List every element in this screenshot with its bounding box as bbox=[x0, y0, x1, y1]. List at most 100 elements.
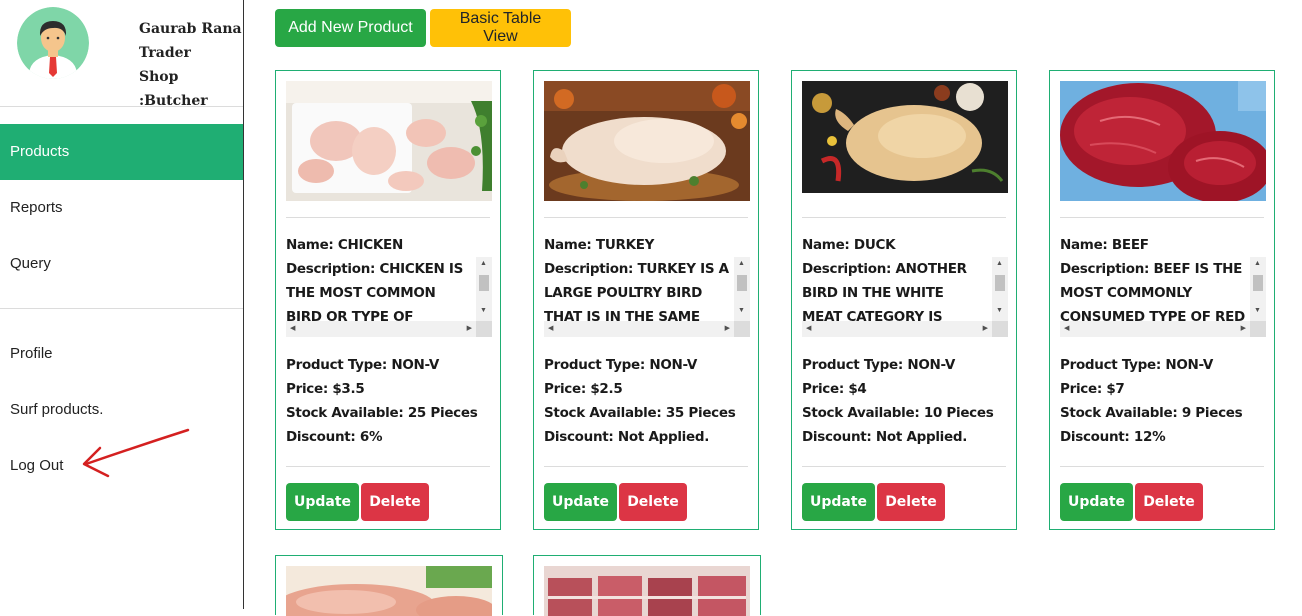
nav-profile[interactable]: Profile bbox=[0, 326, 243, 382]
product-price: Price: $2.5 bbox=[544, 381, 623, 397]
update-button[interactable]: Update bbox=[286, 483, 359, 521]
user-name: Gaurab Rana bbox=[139, 21, 242, 37]
vertical-scrollbar[interactable]: ▲ ▼ bbox=[476, 257, 492, 321]
vertical-scrollbar[interactable]: ▲ ▼ bbox=[992, 257, 1008, 321]
product-price: Price: $3.5 bbox=[286, 381, 365, 397]
scroll-corner bbox=[992, 321, 1008, 337]
product-stock: Stock Available: 35 Pieces bbox=[544, 405, 736, 421]
description-scroll-box[interactable]: Description: CHICKEN IS THE MOST COMMON … bbox=[286, 257, 492, 337]
card-divider bbox=[286, 217, 490, 218]
horizontal-scrollbar[interactable]: ◀ ▶ bbox=[1060, 321, 1250, 337]
product-card-partial bbox=[533, 555, 761, 616]
annotation-arrow-icon bbox=[82, 428, 190, 478]
scroll-down-icon[interactable]: ▼ bbox=[996, 307, 1003, 314]
update-button[interactable]: Update bbox=[544, 483, 617, 521]
vertical-scrollbar[interactable]: ▲ ▼ bbox=[734, 257, 750, 321]
product-description: Description: BEEF IS THE MOST COMMONLY C… bbox=[1060, 261, 1245, 325]
update-button[interactable]: Update bbox=[1060, 483, 1133, 521]
delete-button[interactable]: Delete bbox=[619, 483, 687, 521]
scroll-right-icon[interactable]: ▶ bbox=[467, 324, 472, 332]
product-details: Product Type: NON-V Price: $7 Stock Avai… bbox=[1060, 353, 1243, 449]
scroll-up-icon[interactable]: ▲ bbox=[996, 260, 1003, 267]
horizontal-scrollbar[interactable]: ◀ ▶ bbox=[286, 321, 476, 337]
product-name: Name: CHICKEN bbox=[286, 237, 403, 253]
product-type: Product Type: NON-V bbox=[1060, 357, 1214, 373]
product-details: Product Type: NON-V Price: $2.5 Stock Av… bbox=[544, 353, 736, 449]
delete-button[interactable]: Delete bbox=[361, 483, 429, 521]
delete-button[interactable]: Delete bbox=[1135, 483, 1203, 521]
product-image-turkey bbox=[544, 81, 750, 201]
update-button[interactable]: Update bbox=[802, 483, 875, 521]
product-stock: Stock Available: 9 Pieces bbox=[1060, 405, 1243, 421]
scroll-left-icon[interactable]: ◀ bbox=[548, 324, 553, 332]
product-image-beef bbox=[1060, 81, 1266, 201]
vertical-scrollbar[interactable]: ▲ ▼ bbox=[1250, 257, 1266, 321]
scroll-right-icon[interactable]: ▶ bbox=[1241, 324, 1246, 332]
product-card-partial bbox=[275, 555, 503, 616]
product-discount: Discount: Not Applied. bbox=[802, 429, 968, 445]
user-info: Gaurab Rana Trader Shop :Butcher bbox=[139, 17, 243, 113]
product-card-beef: Name: BEEF Description: BEEF IS THE MOST… bbox=[1049, 70, 1275, 530]
product-card-turkey: Name: TURKEY Description: TURKEY IS A LA… bbox=[533, 70, 759, 530]
product-stock: Stock Available: 10 Pieces bbox=[802, 405, 994, 421]
product-type: Product Type: NON-V bbox=[802, 357, 956, 373]
scroll-thumb[interactable] bbox=[479, 275, 489, 291]
delete-button[interactable]: Delete bbox=[877, 483, 945, 521]
scroll-corner bbox=[1250, 321, 1266, 337]
description-scroll-box[interactable]: Description: ANOTHER BIRD IN THE WHITE M… bbox=[802, 257, 1008, 337]
main-nav: Products Reports Query bbox=[0, 124, 243, 292]
card-divider bbox=[802, 466, 1006, 467]
product-discount: Discount: Not Applied. bbox=[544, 429, 710, 445]
main-content: Add New Product Basic Table View Name: C… bbox=[244, 0, 1302, 616]
add-new-product-button[interactable]: Add New Product bbox=[275, 9, 426, 47]
product-type: Product Type: NON-V bbox=[544, 357, 698, 373]
scroll-left-icon[interactable]: ◀ bbox=[806, 324, 811, 332]
scroll-down-icon[interactable]: ▼ bbox=[1254, 307, 1261, 314]
user-role: Trader bbox=[139, 45, 191, 61]
scroll-corner bbox=[734, 321, 750, 337]
nav-products[interactable]: Products bbox=[0, 124, 243, 180]
horizontal-scrollbar[interactable]: ◀ ▶ bbox=[544, 321, 734, 337]
product-image-chicken bbox=[286, 81, 492, 201]
scroll-thumb[interactable] bbox=[995, 275, 1005, 291]
scroll-up-icon[interactable]: ▲ bbox=[1254, 260, 1261, 267]
scroll-up-icon[interactable]: ▲ bbox=[480, 260, 487, 267]
basic-table-view-button[interactable]: Basic Table View bbox=[430, 9, 571, 47]
product-details: Product Type: NON-V Price: $3.5 Stock Av… bbox=[286, 353, 478, 449]
scroll-down-icon[interactable]: ▼ bbox=[738, 307, 745, 314]
card-divider bbox=[544, 466, 748, 467]
product-discount: Discount: 12% bbox=[1060, 429, 1166, 445]
nav-reports[interactable]: Reports bbox=[0, 180, 243, 236]
scroll-left-icon[interactable]: ◀ bbox=[1064, 324, 1069, 332]
description-scroll-box[interactable]: Description: TURKEY IS A LARGE POULTRY B… bbox=[544, 257, 750, 337]
product-price: Price: $4 bbox=[802, 381, 867, 397]
scroll-up-icon[interactable]: ▲ bbox=[738, 260, 745, 267]
scroll-thumb[interactable] bbox=[737, 275, 747, 291]
user-profile: Gaurab Rana Trader Shop :Butcher bbox=[0, 0, 243, 109]
card-divider bbox=[286, 466, 490, 467]
product-name: Name: BEEF bbox=[1060, 237, 1149, 253]
sidebar: Gaurab Rana Trader Shop :Butcher Product… bbox=[0, 0, 244, 609]
card-divider bbox=[544, 217, 748, 218]
product-card-chicken: Name: CHICKEN Description: CHICKEN IS TH… bbox=[275, 70, 501, 530]
nav-divider bbox=[0, 308, 243, 309]
product-price: Price: $7 bbox=[1060, 381, 1125, 397]
product-stock: Stock Available: 25 Pieces bbox=[286, 405, 478, 421]
scroll-thumb[interactable] bbox=[1253, 275, 1263, 291]
product-details: Product Type: NON-V Price: $4 Stock Avai… bbox=[802, 353, 994, 449]
scroll-left-icon[interactable]: ◀ bbox=[290, 324, 295, 332]
description-scroll-box[interactable]: Description: BEEF IS THE MOST COMMONLY C… bbox=[1060, 257, 1266, 337]
scroll-down-icon[interactable]: ▼ bbox=[480, 307, 487, 314]
scroll-right-icon[interactable]: ▶ bbox=[983, 324, 988, 332]
nav-query[interactable]: Query bbox=[0, 236, 243, 292]
product-discount: Discount: 6% bbox=[286, 429, 383, 445]
product-card-duck: Name: DUCK Description: ANOTHER BIRD IN … bbox=[791, 70, 1017, 530]
card-divider bbox=[1060, 466, 1264, 467]
product-image-duck bbox=[802, 81, 1008, 201]
user-shop: Shop :Butcher bbox=[139, 69, 208, 109]
horizontal-scrollbar[interactable]: ◀ ▶ bbox=[802, 321, 992, 337]
card-divider bbox=[1060, 217, 1264, 218]
user-avatar-icon bbox=[17, 7, 89, 79]
product-name: Name: DUCK bbox=[802, 237, 896, 253]
scroll-right-icon[interactable]: ▶ bbox=[725, 324, 730, 332]
